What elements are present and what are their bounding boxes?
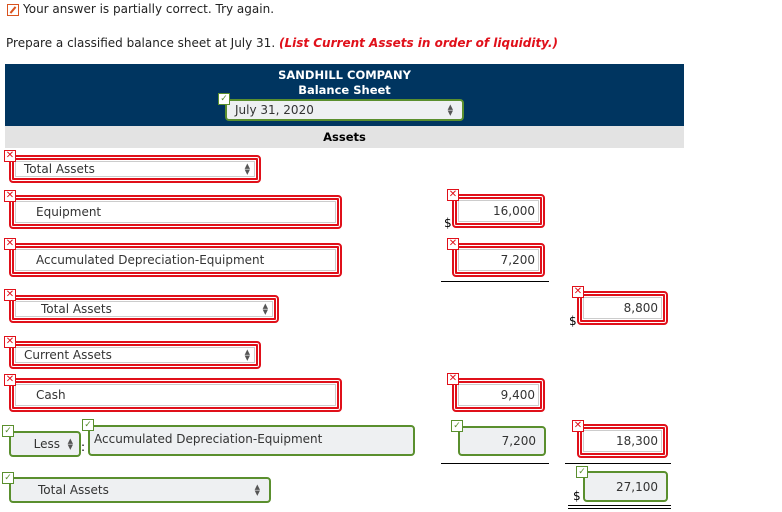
row-7-total: 27,100	[616, 479, 658, 494]
incorrect-x-icon: ✕	[4, 150, 16, 162]
subtotal-rule	[441, 281, 549, 282]
incorrect-x-icon: ✕	[4, 190, 16, 202]
select-arrows-icon: ▲ ▼	[67, 437, 73, 451]
row-1-amount-input[interactable]: 16,000	[452, 194, 545, 228]
row-2-amount-input[interactable]: 7,200	[452, 243, 545, 277]
row-7-label: Total Assets	[38, 483, 109, 497]
row-0-account-select[interactable]: Total Assets ▲ ▼	[9, 155, 261, 183]
double-rule-bottom	[568, 508, 671, 509]
row-6-amount: 7,200	[501, 434, 536, 448]
dollar-sign: $	[444, 216, 452, 230]
subtotal-rule	[565, 463, 671, 464]
incorrect-x-icon: ✕	[4, 374, 16, 386]
row-7-account-select[interactable]: Total Assets ▲ ▼	[9, 477, 271, 503]
date-select-value: July 31, 2020	[235, 103, 314, 117]
row-6-account-input[interactable]: Accumulated Depreciation-Equipment	[88, 425, 415, 456]
correct-check-icon: ✓	[218, 93, 230, 105]
row-1-label: Equipment	[36, 205, 102, 219]
incorrect-x-icon: ✕	[447, 373, 459, 385]
correct-check-icon: ✓	[576, 466, 588, 478]
incorrect-x-icon: ✕	[447, 238, 459, 250]
row-6-total-input[interactable]: 18,300	[577, 424, 668, 458]
row-3-total: 8,800	[623, 301, 658, 315]
select-arrows-icon: ▲ ▼	[447, 103, 453, 117]
row-3-total-input[interactable]: 8,800	[577, 291, 668, 325]
pencil-icon	[7, 4, 19, 16]
dollar-sign: $	[573, 489, 581, 503]
correct-check-icon: ✓	[451, 420, 463, 432]
select-arrows-icon: ▲ ▼	[244, 162, 250, 176]
correct-check-icon: ✓	[2, 472, 14, 484]
row-2-account-input[interactable]: Accumulated Depreciation-Equipment	[9, 243, 342, 277]
incorrect-x-icon: ✕	[4, 289, 16, 301]
statement-title: Balance Sheet	[298, 83, 391, 97]
double-rule-top	[568, 505, 671, 506]
row-2-label: Accumulated Depreciation-Equipment	[36, 253, 265, 267]
instructions-highlight: (List Current Assets in order of liquidi…	[278, 36, 558, 50]
row-3-label: Total Assets	[41, 302, 112, 316]
instructions: Prepare a classified balance sheet at Ju…	[6, 36, 558, 50]
row-0-label: Total Assets	[24, 162, 95, 176]
row-5-amount-input[interactable]: 9,400	[452, 378, 545, 412]
row-6-amount-input[interactable]: 7,200	[458, 426, 546, 456]
row-1-account-input[interactable]: Equipment	[9, 195, 342, 229]
select-arrows-icon: ▲ ▼	[262, 302, 268, 316]
row-5-label: Cash	[36, 388, 66, 402]
incorrect-x-icon: ✕	[447, 189, 459, 201]
date-select[interactable]: July 31, 2020 ▲ ▼	[225, 99, 464, 121]
row-6-total: 18,300	[616, 434, 658, 448]
dollar-sign: $	[569, 314, 577, 328]
correct-check-icon: ✓	[82, 419, 94, 431]
row-4-account-select[interactable]: Current Assets ▲ ▼	[9, 341, 261, 369]
row-5-amount: 9,400	[500, 388, 535, 402]
row-7-total-input[interactable]: 27,100	[583, 471, 668, 502]
row-6-prefix: Less	[33, 437, 60, 451]
instructions-text: Prepare a classified balance sheet at Ju…	[6, 36, 279, 50]
separator-colon: :	[81, 440, 86, 454]
row-6-prefix-select[interactable]: Less ▲ ▼	[9, 431, 81, 457]
status-message: Your answer is partially correct. Try ag…	[23, 2, 275, 16]
correct-check-icon: ✓	[2, 425, 14, 437]
select-arrows-icon: ▲ ▼	[254, 483, 260, 497]
subtotal-rule	[441, 463, 549, 464]
company-name: SANDHILL COMPANY	[278, 68, 411, 82]
row-4-label: Current Assets	[24, 348, 112, 362]
incorrect-x-icon: ✕	[572, 286, 584, 298]
row-3-account-select[interactable]: Total Assets ▲ ▼	[9, 295, 279, 323]
incorrect-x-icon: ✕	[4, 238, 16, 250]
select-arrows-icon: ▲ ▼	[244, 348, 250, 362]
row-5-account-input[interactable]: Cash	[9, 378, 342, 412]
incorrect-x-icon: ✕	[4, 336, 16, 348]
row-2-amount: 7,200	[500, 253, 535, 267]
incorrect-x-icon: ✕	[572, 420, 584, 432]
row-6-label: Accumulated Depreciation-Equipment	[94, 432, 323, 446]
row-1-amount: 16,000	[493, 204, 535, 218]
section-title-assets: Assets	[323, 130, 366, 144]
